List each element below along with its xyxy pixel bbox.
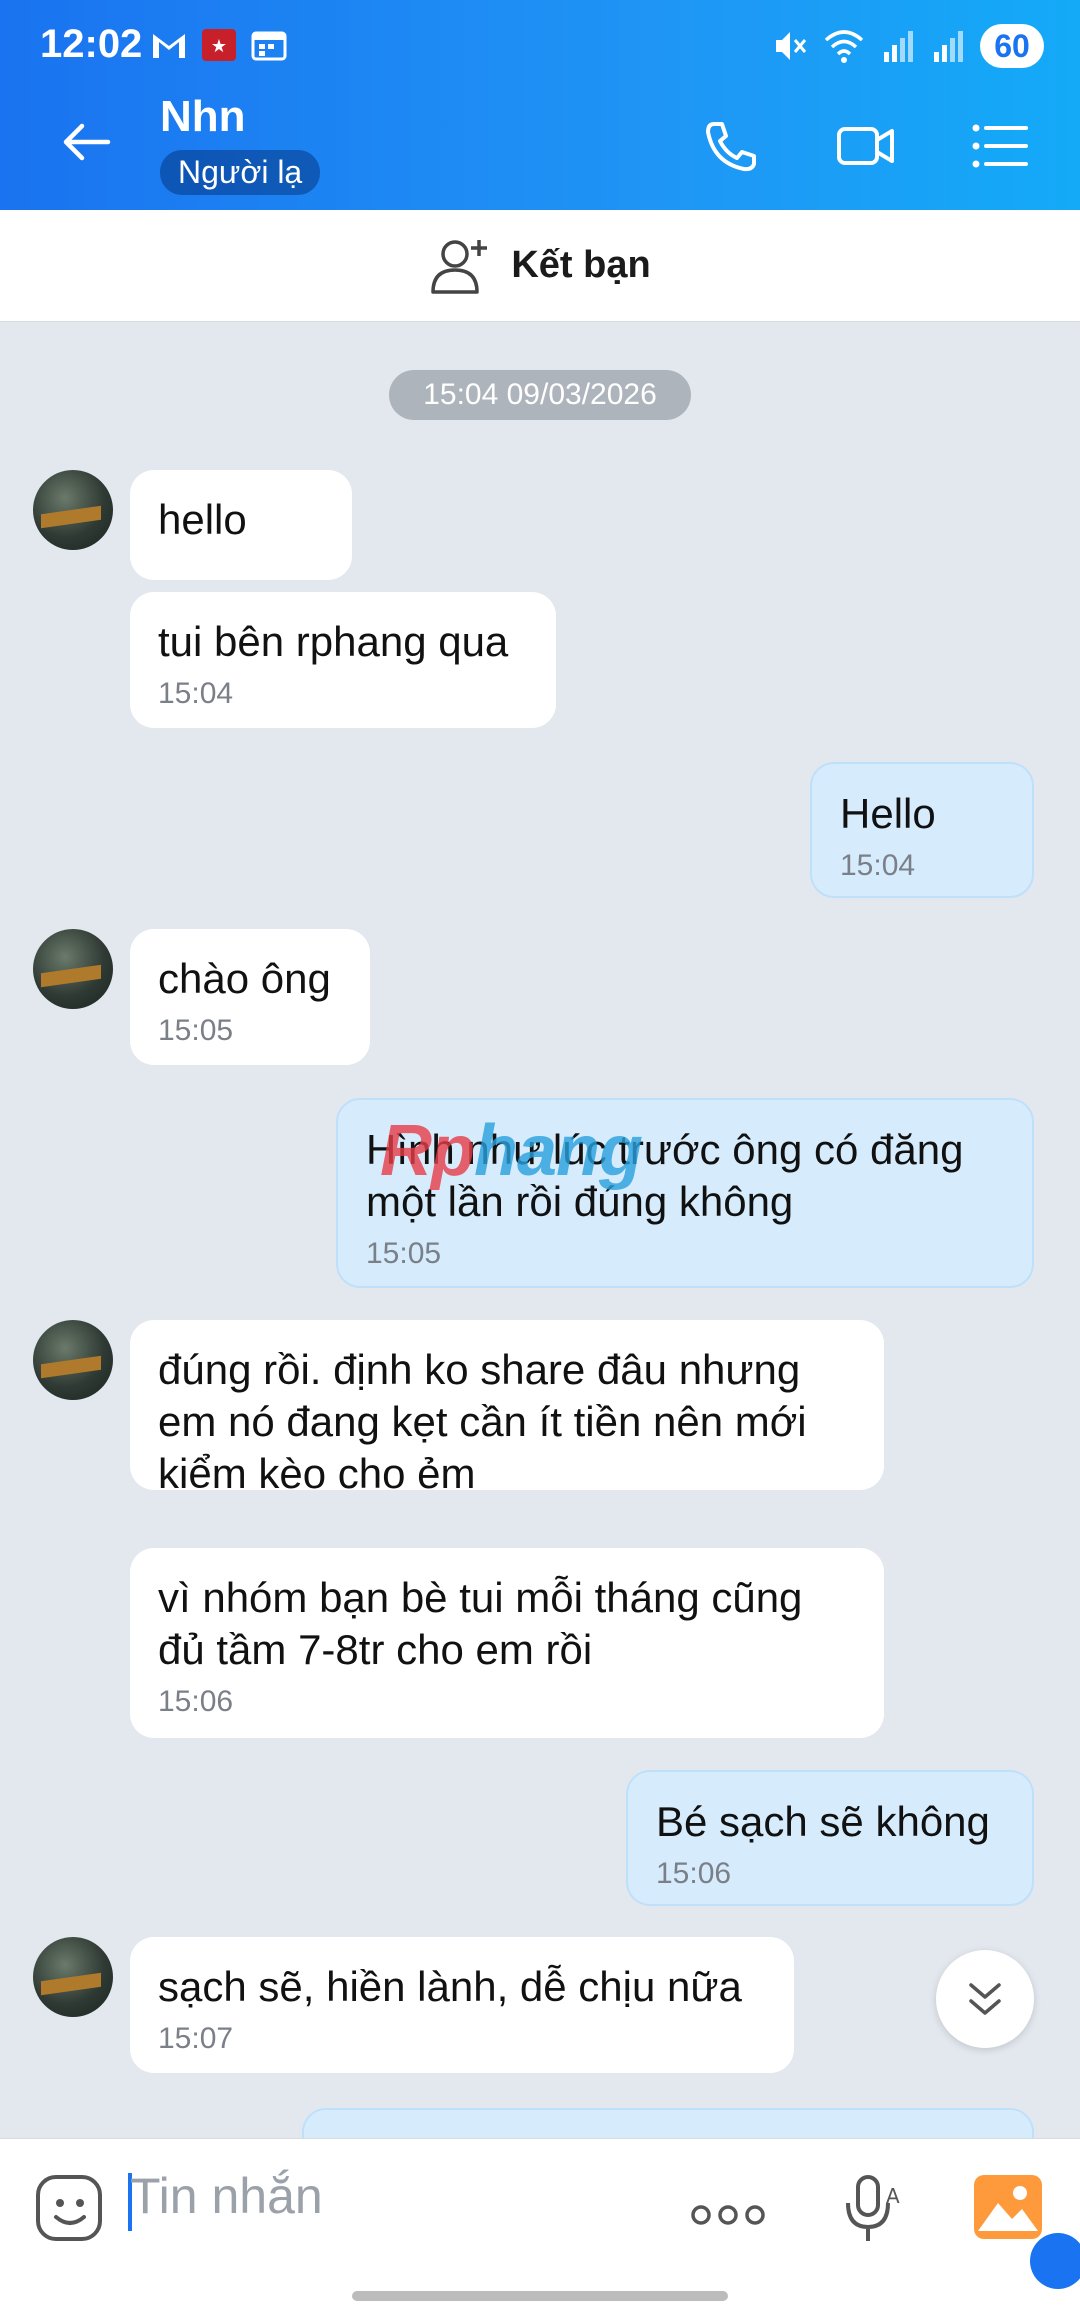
floating-chat-bubble[interactable] bbox=[1030, 2233, 1080, 2289]
stranger-badge: Người lạ bbox=[160, 150, 321, 195]
signal-icon-2 bbox=[934, 31, 963, 62]
add-friend-icon bbox=[431, 239, 488, 294]
gallery-icon[interactable] bbox=[972, 2173, 1044, 2241]
signal-icon-1 bbox=[884, 31, 913, 62]
contact-name[interactable]: Nhn bbox=[160, 92, 246, 142]
scroll-to-bottom-button[interactable] bbox=[936, 1950, 1034, 2048]
message-text: hello bbox=[158, 496, 247, 543]
avatar[interactable] bbox=[33, 1320, 113, 1400]
message-text: Hello bbox=[840, 790, 936, 837]
microphone-icon[interactable]: A bbox=[842, 2173, 900, 2245]
avatar[interactable] bbox=[33, 1937, 113, 2017]
message-bubble[interactable]: tui bên rphang qua 15:04 bbox=[130, 592, 556, 728]
app-notification-icon: ★ bbox=[202, 29, 236, 61]
message-list[interactable]: 15:04 09/03/2026 hello tui bên rphang qu… bbox=[0, 322, 1080, 2168]
message-bubble[interactable]: vì nhóm bạn bè tui mỗi tháng cũng đủ tầm… bbox=[130, 1548, 884, 1738]
message-bubble[interactable]: Hello 15:04 bbox=[810, 762, 1034, 898]
chevrons-down-icon bbox=[969, 1983, 1001, 2015]
message-text: đúng rồi. định ko share đâu nhưng em nó … bbox=[158, 1346, 807, 1497]
message-time: 15:06 bbox=[656, 1857, 732, 1890]
message-bubble[interactable]: đúng rồi. định ko share đâu nhưng em nó … bbox=[130, 1320, 884, 1497]
svg-text:★: ★ bbox=[211, 36, 227, 57]
avatar[interactable] bbox=[33, 470, 113, 550]
message-time: 15:04 bbox=[158, 677, 234, 710]
message-input[interactable]: Tin nhắn bbox=[130, 2167, 323, 2225]
phone-icon[interactable] bbox=[700, 118, 760, 174]
menu-list-icon[interactable] bbox=[970, 118, 1030, 174]
message-composer: Tin nhắn A bbox=[0, 2138, 1080, 2316]
video-call-icon[interactable] bbox=[836, 118, 896, 174]
back-arrow-icon[interactable] bbox=[56, 112, 116, 172]
message-text: sạch sẽ, hiền lành, dễ chịu nữa bbox=[158, 1963, 742, 2010]
chat-header: 12:02 ★ 60 Nhn Người lạ bbox=[0, 0, 1080, 210]
wifi-icon bbox=[824, 30, 864, 63]
notification-icons: ★ bbox=[150, 28, 288, 62]
message-time: 15:04 bbox=[840, 849, 916, 882]
message-bubble[interactable]: chào ông 15:05 bbox=[130, 929, 370, 1065]
message-text: tui bên rphang qua bbox=[158, 618, 509, 665]
add-friend-bar[interactable]: Kết bạn bbox=[0, 210, 1080, 322]
avatar[interactable] bbox=[33, 929, 113, 1009]
vibrate-mute-icon bbox=[776, 32, 807, 60]
home-indicator[interactable] bbox=[352, 2291, 728, 2301]
message-text: Bé sạch sẽ không bbox=[656, 1798, 990, 1845]
svg-text:A: A bbox=[886, 2184, 900, 2208]
date-separator: 15:04 09/03/2026 bbox=[389, 370, 691, 420]
message-text: vì nhóm bạn bè tui mỗi tháng cũng đủ tầm… bbox=[158, 1574, 803, 1673]
gmail-icon bbox=[153, 34, 185, 58]
message-bubble[interactable]: Bé sạch sẽ không 15:06 bbox=[626, 1770, 1034, 1906]
watermark: Rphang bbox=[380, 1111, 643, 1191]
add-friend-label: Kết bạn bbox=[511, 244, 651, 286]
calendar-icon bbox=[251, 31, 287, 61]
emoji-icon[interactable] bbox=[34, 2173, 106, 2245]
message-bubble[interactable]: sạch sẽ, hiền lành, dễ chịu nữa 15:07 bbox=[130, 1937, 794, 2073]
message-text: chào ông bbox=[158, 955, 331, 1002]
status-time: 12:02 bbox=[40, 22, 143, 66]
message-bubble[interactable]: hello bbox=[130, 470, 352, 580]
message-time: 15:05 bbox=[158, 1014, 234, 1047]
battery-indicator: 60 bbox=[980, 24, 1044, 68]
message-time: 15:07 bbox=[158, 2022, 234, 2055]
more-dots-icon[interactable] bbox=[690, 2203, 766, 2227]
system-status: 60 bbox=[772, 24, 1044, 68]
message-time: 15:05 bbox=[366, 1237, 442, 1270]
message-time: 15:06 bbox=[158, 1685, 234, 1718]
